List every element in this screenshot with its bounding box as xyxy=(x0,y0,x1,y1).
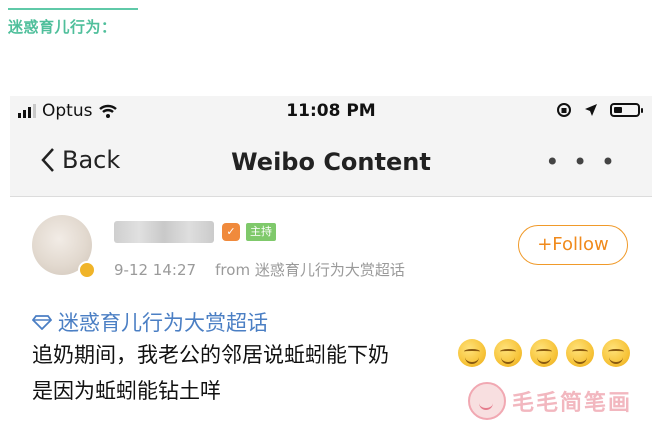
location-icon xyxy=(585,104,597,116)
super-topic-link[interactable]: 迷惑育儿行为大赏超话 xyxy=(32,307,268,337)
phone-screenshot: Optus 11:08 PM Back Weibo Content • • • … xyxy=(10,96,652,427)
grin-emoji-icon xyxy=(494,339,522,367)
post-text-line-1: 追奶期间，我老公的邻居说蚯蚓能下奶 xyxy=(32,343,389,367)
verified-badge-icon xyxy=(78,261,96,279)
super-topic-label: 迷惑育儿行为大赏超话 xyxy=(58,311,268,335)
watermark: 毛毛简笔画 xyxy=(468,382,632,420)
host-badge: 主持 xyxy=(246,223,276,241)
grin-emoji-icon xyxy=(530,339,558,367)
watermark-face-icon xyxy=(468,382,506,420)
post-text-line-2: 是因为蚯蚓能钻土咩 xyxy=(32,379,221,403)
post-timestamp: 9-12 14:27 xyxy=(114,261,197,279)
grin-emoji-icon xyxy=(458,339,486,367)
status-bar: Optus 11:08 PM xyxy=(10,96,652,126)
battery-icon xyxy=(610,103,643,117)
post-meta: 9-12 14:27 from 迷惑育儿行为大赏超话 xyxy=(114,259,405,280)
status-icons xyxy=(556,102,643,118)
grin-emoji-icon xyxy=(566,339,594,367)
grin-emoji-icon xyxy=(602,339,630,367)
page-heading: 迷惑育儿行为： xyxy=(8,18,117,36)
header-rule xyxy=(8,8,138,10)
watermark-text: 毛毛简笔画 xyxy=(512,391,633,416)
follow-button[interactable]: +Follow xyxy=(518,225,628,265)
orientation-lock-icon xyxy=(557,103,571,117)
nav-bar: Back Weibo Content • • • xyxy=(10,126,652,197)
post-source[interactable]: from 迷惑育儿行为大赏超话 xyxy=(215,261,405,279)
diamond-icon xyxy=(32,315,52,330)
vip-level-icon: ✓ xyxy=(222,223,240,241)
username-blurred[interactable] xyxy=(114,221,214,243)
more-options-button[interactable]: • • • xyxy=(545,148,618,176)
emoji-row xyxy=(458,339,630,367)
